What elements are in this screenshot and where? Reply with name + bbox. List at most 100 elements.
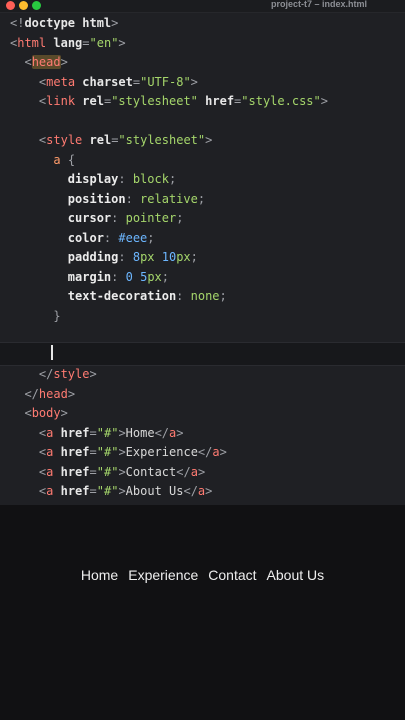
zoom-window-button[interactable] [32,1,41,10]
code-token: Experience [125,445,198,459]
code-token: doctype html [24,16,112,30]
code-token: html [17,35,47,50]
code-token: 10 [161,250,177,264]
code-token: > [190,74,198,89]
code-token: a [53,152,61,167]
code-token: > [118,35,126,50]
code-token: > [118,464,126,479]
code-token: display [67,172,119,186]
code-token: > [219,445,227,459]
code-line: text-decoration: none; [10,287,227,307]
code-token: : [118,172,133,186]
code-token: cursor [67,211,112,225]
window-title: project-t7 – index.html [270,0,367,9]
code-token: ; [161,269,169,284]
code-token: > [176,425,184,440]
code-token: body [31,406,61,420]
nav-link-contact[interactable]: Contact [208,567,256,583]
code-line: cursor: pointer; [10,209,184,229]
code-token: a [212,445,220,459]
code-line: </head> [10,385,75,405]
code-token: px [147,269,162,284]
code-line: color: #eee; [10,229,155,249]
code-token: </ [183,484,198,498]
preview-nav: Home Experience Contact About Us [0,567,405,583]
nav-link-about-us[interactable]: About Us [267,567,325,583]
code-token: "stylesheet" [111,94,198,108]
code-line: } [10,307,60,327]
code-line: <body> [10,404,67,424]
code-token: href [205,94,235,108]
code-token: </ [154,425,170,440]
code-token: a [190,464,198,479]
code-token: padding [67,250,119,264]
code-token: rel [82,94,104,108]
code-token: > [205,133,213,147]
code-line: <a href="#">Home</a> [10,424,184,444]
code-token: href [60,445,90,459]
code-token: relative [140,191,198,206]
code-token: > [205,484,213,498]
code-token: ; [168,172,177,186]
code-token: </ [24,386,39,401]
code-token: > [320,94,328,108]
code-token: pointer [125,211,177,225]
close-window-button[interactable] [6,1,15,10]
code-token: Contact [125,464,177,479]
code-token: = [89,425,97,440]
code-line: <!doctype html> [10,14,118,34]
code-editor[interactable]: <!doctype html> <html lang="en"> <head> <… [0,13,405,505]
current-line-highlight [0,342,405,366]
code-token: ; [197,191,206,206]
editor-window: project-t7 – index.html <!doctype html> <… [0,0,405,720]
code-token: { [67,152,76,167]
code-token: > [118,484,126,498]
code-token: "#" [96,425,119,440]
code-token: <! [10,16,25,30]
code-token: = [89,464,97,479]
code-token: : [118,250,133,264]
code-line: <link rel="stylesheet" href="style.css"> [10,92,328,112]
code-token: href [60,484,90,498]
code-token: head [38,386,68,401]
nav-link-experience[interactable]: Experience [128,567,198,583]
code-line: padding: 8px 10px; [10,248,198,268]
code-token: "#" [96,464,119,479]
code-token: style [46,133,83,147]
code-token: rel [89,133,112,147]
nav-link-home[interactable]: Home [81,567,118,583]
code-token: ; [176,211,184,225]
minimize-window-button[interactable] [19,1,28,10]
code-line: </style> [10,365,97,385]
code-token: ; [147,230,155,245]
code-token: : [111,211,126,225]
code-token: </ [176,464,191,479]
code-token: > [118,425,126,440]
code-token: #eee [118,230,148,245]
text-cursor [51,345,53,360]
code-token: Home [125,425,155,440]
code-line: <a href="#">Contact</a> [10,463,205,483]
code-token: "style.css" [241,94,321,108]
code-token: color [67,230,104,245]
code-token: ; [190,250,198,264]
